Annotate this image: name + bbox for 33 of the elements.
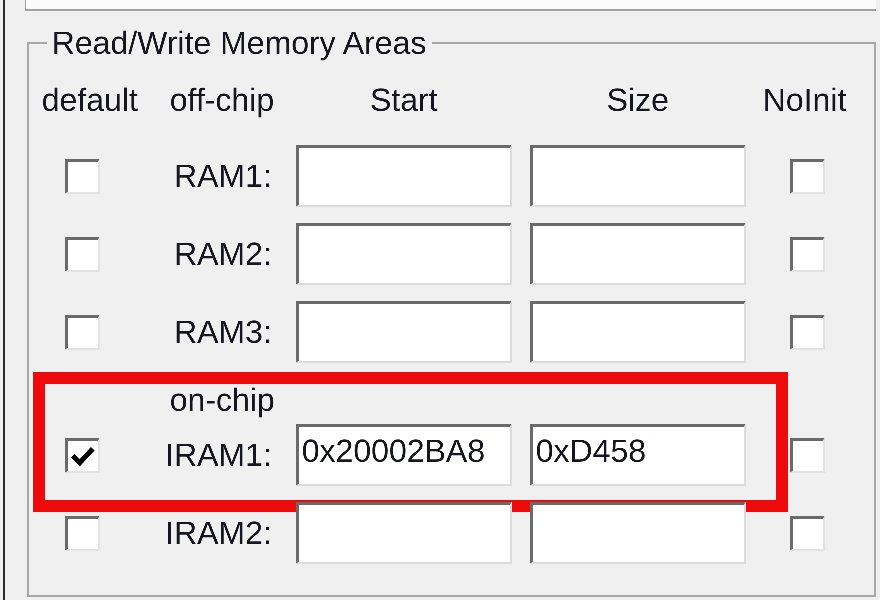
checkbox[interactable] bbox=[790, 158, 825, 194]
checkbox[interactable] bbox=[65, 314, 100, 350]
checkbox[interactable] bbox=[65, 236, 100, 272]
row-label: IRAM1: bbox=[165, 439, 273, 471]
column-header: Size bbox=[606, 81, 670, 120]
column-header: default bbox=[41, 81, 138, 120]
section-label: off-chip bbox=[169, 84, 274, 116]
start-address-field[interactable]: 0x20002BA8 bbox=[296, 424, 512, 486]
row-label: IRAM2: bbox=[165, 517, 273, 549]
size-field[interactable] bbox=[530, 301, 746, 363]
checkbox[interactable] bbox=[790, 516, 825, 550]
checkbox[interactable] bbox=[790, 314, 825, 350]
start-address-field[interactable] bbox=[296, 145, 512, 207]
checkbox[interactable] bbox=[790, 438, 825, 472]
checkmark-icon bbox=[71, 446, 95, 466]
row-label: RAM3: bbox=[174, 316, 273, 348]
row-label: RAM2: bbox=[174, 238, 273, 270]
size-field[interactable]: 0xD458 bbox=[530, 424, 746, 486]
checkbox[interactable] bbox=[65, 516, 100, 550]
start-address-field[interactable] bbox=[296, 223, 512, 285]
start-address-field[interactable] bbox=[296, 502, 512, 564]
size-field[interactable] bbox=[530, 502, 746, 564]
checkbox[interactable] bbox=[65, 158, 100, 194]
size-field[interactable] bbox=[530, 145, 746, 207]
row-label: RAM1: bbox=[174, 160, 273, 192]
start-address-field[interactable] bbox=[296, 301, 512, 363]
column-header: NoInit bbox=[762, 81, 847, 120]
checkbox[interactable] bbox=[65, 438, 100, 472]
checkbox[interactable] bbox=[790, 236, 825, 272]
size-field[interactable] bbox=[530, 223, 746, 285]
group-title: Read/Write Memory Areas bbox=[51, 26, 428, 60]
section-label: on-chip bbox=[169, 384, 275, 416]
column-header: Start bbox=[369, 81, 439, 120]
